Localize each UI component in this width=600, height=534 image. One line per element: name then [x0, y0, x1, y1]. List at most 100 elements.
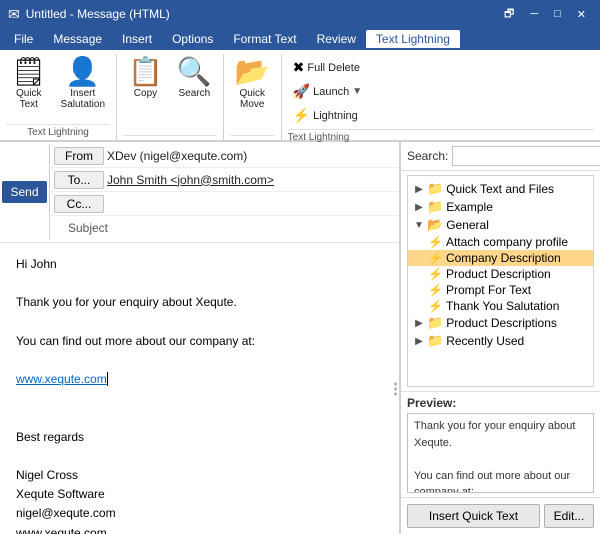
folder-icon-products: 📁	[427, 315, 443, 331]
tree-item-example[interactable]: ▶ 📁 Example	[408, 198, 593, 216]
from-button[interactable]: From	[54, 147, 104, 165]
tree-item-recently-used[interactable]: ▶ 📁 Recently Used	[408, 332, 593, 350]
menu-insert[interactable]: Insert	[112, 30, 162, 48]
file-icon-company: ⚡	[428, 251, 443, 265]
lightning-label: Lightning	[313, 110, 358, 122]
full-delete-label: Full Delete	[307, 62, 360, 74]
company-link[interactable]: www.xequte.com	[16, 372, 107, 386]
maximize-button[interactable]: □	[548, 3, 567, 26]
tree-item-product-desc[interactable]: ⚡ Product Description	[408, 266, 593, 282]
search-label: Search	[179, 88, 211, 99]
full-delete-icon: ✖	[293, 59, 305, 76]
search-icon: 🔍	[177, 58, 212, 86]
from-value: XDev (nigel@xequte.com)	[104, 148, 395, 164]
to-input[interactable]	[104, 172, 395, 188]
ribbon-group-lightning: ✖ Full Delete 🚀 Launch ▼ ⚡ Lightning Tex…	[282, 54, 600, 140]
search-button[interactable]: 🔍 Search	[172, 54, 217, 102]
send-button[interactable]: Send	[2, 181, 46, 203]
to-row: To...	[50, 168, 399, 192]
launch-icon: 🚀	[293, 83, 310, 100]
ribbon: 🗒 QuickText 👤 InsertSalutation Text Ligh…	[0, 50, 600, 142]
from-row: From XDev (nigel@xequte.com)	[50, 144, 399, 168]
tree-label-prompt: Prompt For Text	[446, 283, 531, 297]
copy-label: Copy	[134, 88, 157, 99]
tree-label-company: Company Description	[446, 251, 561, 265]
cc-input[interactable]	[104, 196, 395, 212]
subject-input[interactable]	[114, 220, 395, 236]
para2: You can find out more about our company …	[16, 332, 383, 351]
quick-text-button[interactable]: 🗒 QuickText	[6, 54, 52, 113]
menu-file[interactable]: File	[4, 30, 43, 48]
menu-bar: File Message Insert Options Format Text …	[0, 28, 600, 50]
menu-message[interactable]: Message	[43, 30, 112, 48]
ribbon-group-quicktext: 🗒 QuickText 👤 InsertSalutation Text Ligh…	[0, 54, 117, 140]
launch-arrow: ▼	[352, 86, 362, 97]
tree-label-product: Product Description	[446, 267, 551, 281]
tree-item-quick-text-files[interactable]: ▶ 📁 Quick Text and Files	[408, 180, 593, 198]
quick-move-button[interactable]: 📂 QuickMove	[230, 54, 275, 113]
full-delete-button[interactable]: ✖ Full Delete	[288, 56, 367, 79]
para1: Thank you for your enquiry about Xequte.	[16, 293, 383, 312]
ribbon-group-copy-search: 📋 Copy 🔍 Search	[117, 54, 224, 140]
file-icon-thankyou: ⚡	[428, 299, 443, 313]
email-body[interactable]: Hi John Thank you for your enquiry about…	[0, 243, 399, 534]
edit-button[interactable]: Edit...	[544, 504, 594, 528]
restore-button[interactable]: 🗗	[498, 3, 520, 26]
signature-website: www.xequte.com	[16, 524, 383, 534]
tree-label-example: Example	[446, 200, 493, 214]
subject-row: Subject	[50, 216, 399, 240]
search-input[interactable]	[452, 146, 600, 166]
tree-label-recent: Recently Used	[446, 334, 524, 348]
file-icon-prompt: ⚡	[428, 283, 443, 297]
lightning-button[interactable]: ⚡ Lightning	[288, 104, 367, 127]
minimize-button[interactable]: ─	[524, 3, 544, 26]
tree-item-company-desc[interactable]: ⚡ Company Description	[408, 250, 593, 266]
launch-label: Launch	[313, 86, 349, 98]
right-panel: Search: 🔍 ▶ 📁 Quick Text and Files ▶ 📁 E…	[400, 142, 600, 534]
preview-text: Thank you for your enquiry about Xequte.…	[414, 420, 575, 493]
insert-salutation-label: InsertSalutation	[61, 88, 105, 110]
insert-salutation-button[interactable]: 👤 InsertSalutation	[56, 54, 110, 113]
quick-move-icon: 📂	[235, 58, 270, 86]
folder-icon-example: 📁	[427, 199, 443, 215]
folder-icon-qtf: 📁	[427, 181, 443, 197]
menu-review[interactable]: Review	[307, 30, 366, 48]
file-icon-product: ⚡	[428, 267, 443, 281]
preview-box: Thank you for your enquiry about Xequte.…	[407, 413, 594, 493]
folder-icon-general: 📂	[427, 217, 443, 233]
cc-button[interactable]: Cc...	[54, 195, 104, 213]
tree-item-general[interactable]: ▼ 📂 General	[408, 216, 593, 234]
menu-format-text[interactable]: Format Text	[223, 30, 306, 48]
search-label: Search:	[407, 149, 448, 163]
insert-salutation-icon: 👤	[65, 58, 100, 86]
email-compose-area: Send From XDev (nigel@xequte.com) To...	[0, 142, 400, 534]
cc-row: Cc...	[50, 192, 399, 216]
preview-label: Preview:	[407, 396, 594, 410]
tree-item-attach-company[interactable]: ⚡ Attach company profile	[408, 234, 593, 250]
tree-item-prompt[interactable]: ⚡ Prompt For Text	[408, 282, 593, 298]
ribbon-group-quickmove: 📂 QuickMove	[224, 54, 282, 140]
email-headers: Send From XDev (nigel@xequte.com) To...	[0, 142, 399, 243]
insert-quick-text-button[interactable]: Insert Quick Text	[407, 504, 540, 528]
tree-item-thankyou[interactable]: ⚡ Thank You Salutation	[408, 298, 593, 314]
quick-text-icon: 🗒	[11, 58, 47, 86]
to-button[interactable]: To...	[54, 171, 104, 189]
ribbon-group-label-1: Text Lightning	[6, 124, 110, 140]
title-bar: ✉ Untitled - Message (HTML) 🗗 ─ □ ✕	[0, 0, 600, 28]
app-icon: ✉	[8, 6, 20, 23]
menu-options[interactable]: Options	[162, 30, 223, 48]
menu-text-lightning[interactable]: Text Lightning	[366, 30, 460, 48]
quick-move-label: QuickMove	[239, 88, 265, 110]
copy-button[interactable]: 📋 Copy	[123, 54, 168, 102]
content-area: Send From XDev (nigel@xequte.com) To...	[0, 142, 600, 534]
file-icon-attach: ⚡	[428, 235, 443, 249]
launch-button[interactable]: 🚀 Launch ▼	[288, 80, 367, 103]
regards: Best regards	[16, 428, 383, 447]
title-bar-controls: 🗗 ─ □ ✕	[498, 3, 592, 26]
send-button-area: Send	[0, 144, 50, 240]
preview-area: Preview: Thank you for your enquiry abou…	[401, 391, 600, 497]
tree-item-product-descriptions[interactable]: ▶ 📁 Product Descriptions	[408, 314, 593, 332]
text-cursor	[107, 372, 108, 386]
close-button[interactable]: ✕	[571, 3, 592, 26]
copy-icon: 📋	[128, 58, 163, 86]
